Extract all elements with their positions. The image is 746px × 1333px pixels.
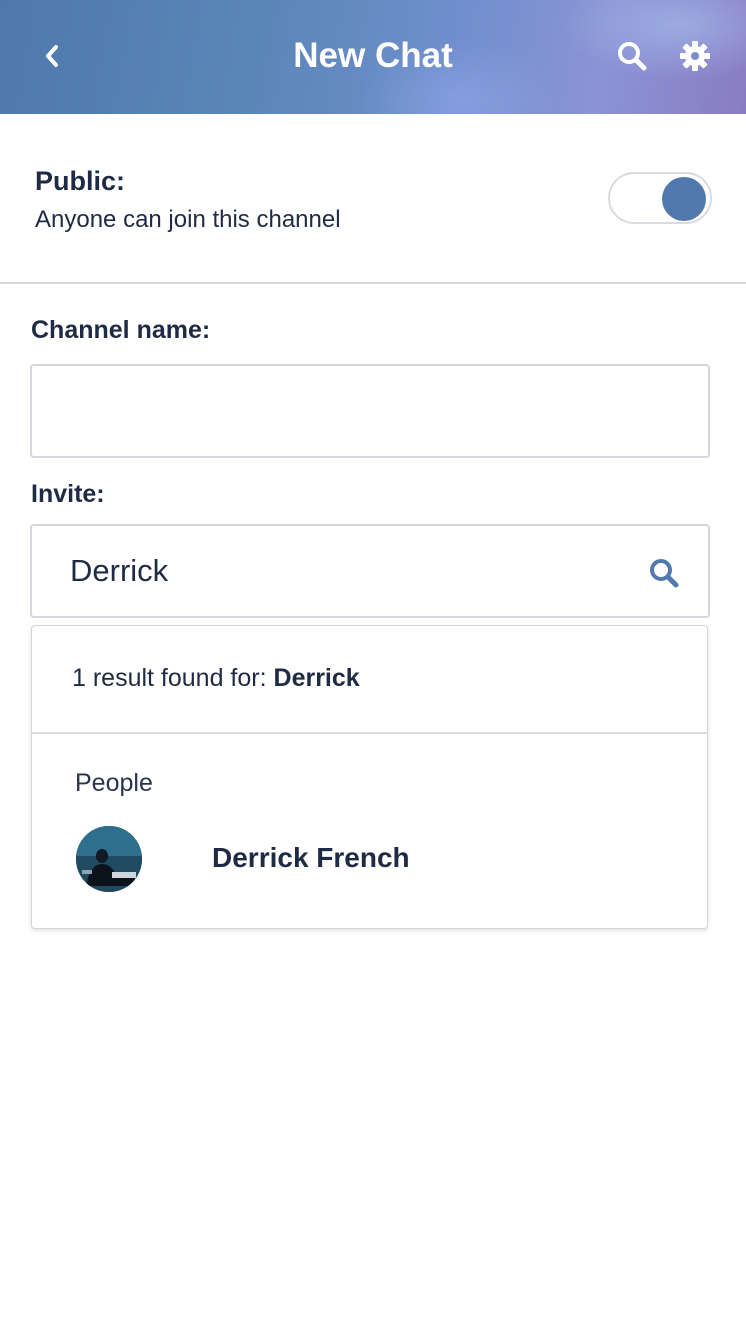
public-setting-row: Public: Anyone can join this channel <box>0 114 746 284</box>
search-icon <box>650 559 679 588</box>
public-description: Anyone can join this channel <box>35 206 341 233</box>
header-search-button[interactable] <box>612 36 652 76</box>
gear-icon <box>680 41 710 71</box>
search-icon <box>618 42 647 71</box>
chevron-left-icon <box>46 45 58 67</box>
public-label: Public: <box>35 166 126 196</box>
channel-name-input[interactable] <box>30 364 710 458</box>
toggle-knob <box>662 177 706 221</box>
search-results-dropdown: 1 result found for: Derrick People Derri… <box>31 625 708 929</box>
results-summary: 1 result found for: Derrick <box>72 664 360 693</box>
results-header: 1 result found for: Derrick <box>32 626 707 734</box>
channel-name-label: Channel name: <box>31 316 211 344</box>
avatar <box>76 826 142 892</box>
invite-search-field <box>30 524 710 618</box>
invite-input[interactable] <box>32 526 632 616</box>
settings-button[interactable] <box>674 36 716 76</box>
public-toggle[interactable] <box>608 172 712 224</box>
invite-label: Invite: <box>31 480 105 508</box>
results-query: Derrick <box>273 664 360 692</box>
results-summary-prefix: 1 result found for: <box>72 664 274 692</box>
invite-search-button[interactable] <box>644 553 684 593</box>
person-result-item[interactable]: Derrick French <box>72 822 672 894</box>
people-section-label: People <box>75 769 153 797</box>
back-button[interactable] <box>30 36 74 76</box>
app-header: New Chat <box>0 0 746 114</box>
person-name: Derrick French <box>212 842 410 873</box>
